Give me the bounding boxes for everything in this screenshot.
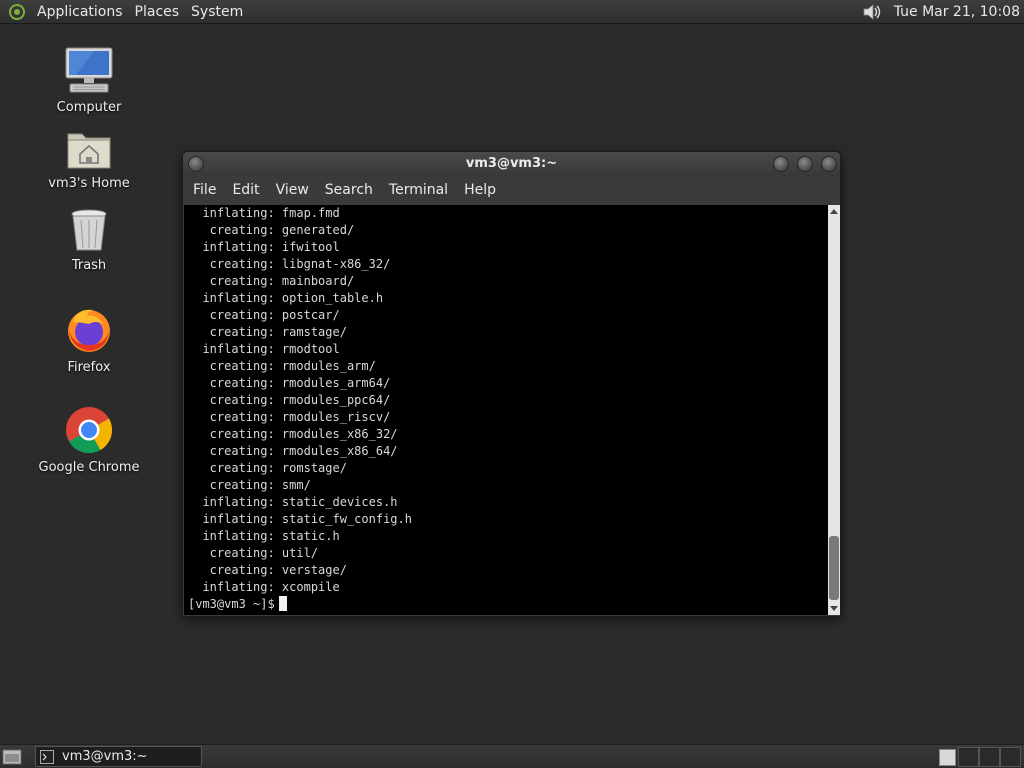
home-folder-icon xyxy=(34,128,144,174)
desktop-icon-label: Trash xyxy=(71,258,107,273)
workspace-switcher[interactable] xyxy=(937,747,1022,767)
window-menu-icon[interactable] xyxy=(188,156,204,172)
minimize-icon[interactable] xyxy=(773,156,789,172)
distro-logo-icon[interactable] xyxy=(9,3,25,20)
terminal-line: creating: mainboard/ xyxy=(188,274,355,288)
terminal-line: creating: rmodules_riscv/ xyxy=(188,410,391,424)
desktop-icon-home[interactable]: vm3's Home xyxy=(34,128,144,191)
desktop-icon-chrome[interactable]: Google Chrome xyxy=(34,406,144,475)
workspace-4[interactable] xyxy=(1000,747,1021,767)
menu-view[interactable]: View xyxy=(270,182,315,198)
terminal-line: creating: verstage/ xyxy=(188,563,347,577)
terminal-line: inflating: fmap.fmd xyxy=(188,206,340,220)
scroll-up-icon[interactable] xyxy=(830,209,838,214)
close-icon[interactable] xyxy=(821,156,837,172)
desktop-icon-label: vm3's Home xyxy=(48,176,130,191)
bottom-panel: vm3@vm3:~ xyxy=(0,744,1024,768)
terminal-line: creating: util/ xyxy=(188,546,319,560)
window-menubar: File Edit View Search Terminal Help xyxy=(183,176,840,204)
terminal-line: creating: rmodules_arm64/ xyxy=(188,376,391,390)
terminal-window[interactable]: vm3@vm3:~ File Edit View Search Terminal… xyxy=(182,151,841,617)
desktop-icon-computer[interactable]: Computer xyxy=(34,46,144,115)
prompt-text: [vm3@vm3 ~]$ xyxy=(188,597,275,611)
trash-icon xyxy=(34,208,144,256)
window-title: vm3@vm3:~ xyxy=(465,156,558,171)
terminal-line: inflating: static.h xyxy=(188,529,340,543)
taskbar-terminal-button[interactable]: vm3@vm3:~ xyxy=(35,746,202,767)
firefox-icon xyxy=(34,306,144,358)
panel-tray: Tue Mar 21, 10:08 xyxy=(860,0,1024,24)
menu-help[interactable]: Help xyxy=(458,182,502,198)
menu-edit[interactable]: Edit xyxy=(226,182,265,198)
terminal-line: inflating: rmodtool xyxy=(188,342,340,356)
terminal-line: creating: romstage/ xyxy=(188,461,347,475)
workspace-1[interactable] xyxy=(939,749,956,766)
workspace-2[interactable] xyxy=(958,747,979,767)
menu-terminal[interactable]: Terminal xyxy=(383,182,454,198)
terminal-line: creating: rmodules_ppc64/ xyxy=(188,393,391,407)
menu-file[interactable]: File xyxy=(187,182,222,198)
desktop-icon-label: Firefox xyxy=(67,360,111,375)
terminal-prompt: [vm3@vm3 ~]$ xyxy=(188,596,828,613)
terminal-line: creating: rmodules_arm/ xyxy=(188,359,376,373)
computer-icon xyxy=(34,46,144,98)
terminal-line: creating: postcar/ xyxy=(188,308,340,322)
desktop-icon-label: Computer xyxy=(56,100,122,115)
terminal-line: creating: ramstage/ xyxy=(188,325,347,339)
terminal-icon xyxy=(40,749,54,764)
terminal-line: inflating: ifwitool xyxy=(188,240,340,254)
terminal-line: inflating: option_table.h xyxy=(188,291,384,305)
menu-places[interactable]: Places xyxy=(129,0,186,24)
volume-icon[interactable] xyxy=(860,1,882,23)
desktop-icon-trash[interactable]: Trash xyxy=(34,208,144,273)
desktop-icon-label: Google Chrome xyxy=(38,460,140,475)
scrollbar-thumb[interactable] xyxy=(829,536,839,600)
terminal-line: creating: rmodules_x86_32/ xyxy=(188,427,398,441)
panel-clock[interactable]: Tue Mar 21, 10:08 xyxy=(888,4,1024,20)
terminal-line: inflating: xcompile xyxy=(188,580,340,594)
maximize-icon[interactable] xyxy=(797,156,813,172)
terminal-line: creating: libgnat-x86_32/ xyxy=(188,257,391,271)
terminal-line: inflating: static_fw_config.h xyxy=(188,512,412,526)
menu-search[interactable]: Search xyxy=(319,182,379,198)
menu-applications[interactable]: Applications xyxy=(31,0,129,24)
terminal-line: creating: generated/ xyxy=(188,223,355,237)
window-titlebar[interactable]: vm3@vm3:~ xyxy=(183,152,840,176)
terminal-scrollbar[interactable] xyxy=(828,205,840,615)
terminal-output[interactable]: inflating: fmap.fmd creating: generated/… xyxy=(184,205,828,615)
desktop-icon-firefox[interactable]: Firefox xyxy=(34,306,144,375)
scroll-down-icon[interactable] xyxy=(830,606,838,611)
terminal-cursor xyxy=(278,596,287,611)
top-panel: Applications Places System Tue Mar 21, 1… xyxy=(0,0,1024,24)
terminal-line: creating: rmodules_x86_64/ xyxy=(188,444,398,458)
menu-system[interactable]: System xyxy=(185,0,249,24)
chrome-icon xyxy=(34,406,144,458)
taskbar-terminal-label: vm3@vm3:~ xyxy=(62,749,148,764)
terminal-line: creating: smm/ xyxy=(188,478,311,492)
terminal-line: inflating: static_devices.h xyxy=(188,495,398,509)
show-desktop-icon[interactable] xyxy=(2,748,22,766)
workspace-3[interactable] xyxy=(979,747,1000,767)
